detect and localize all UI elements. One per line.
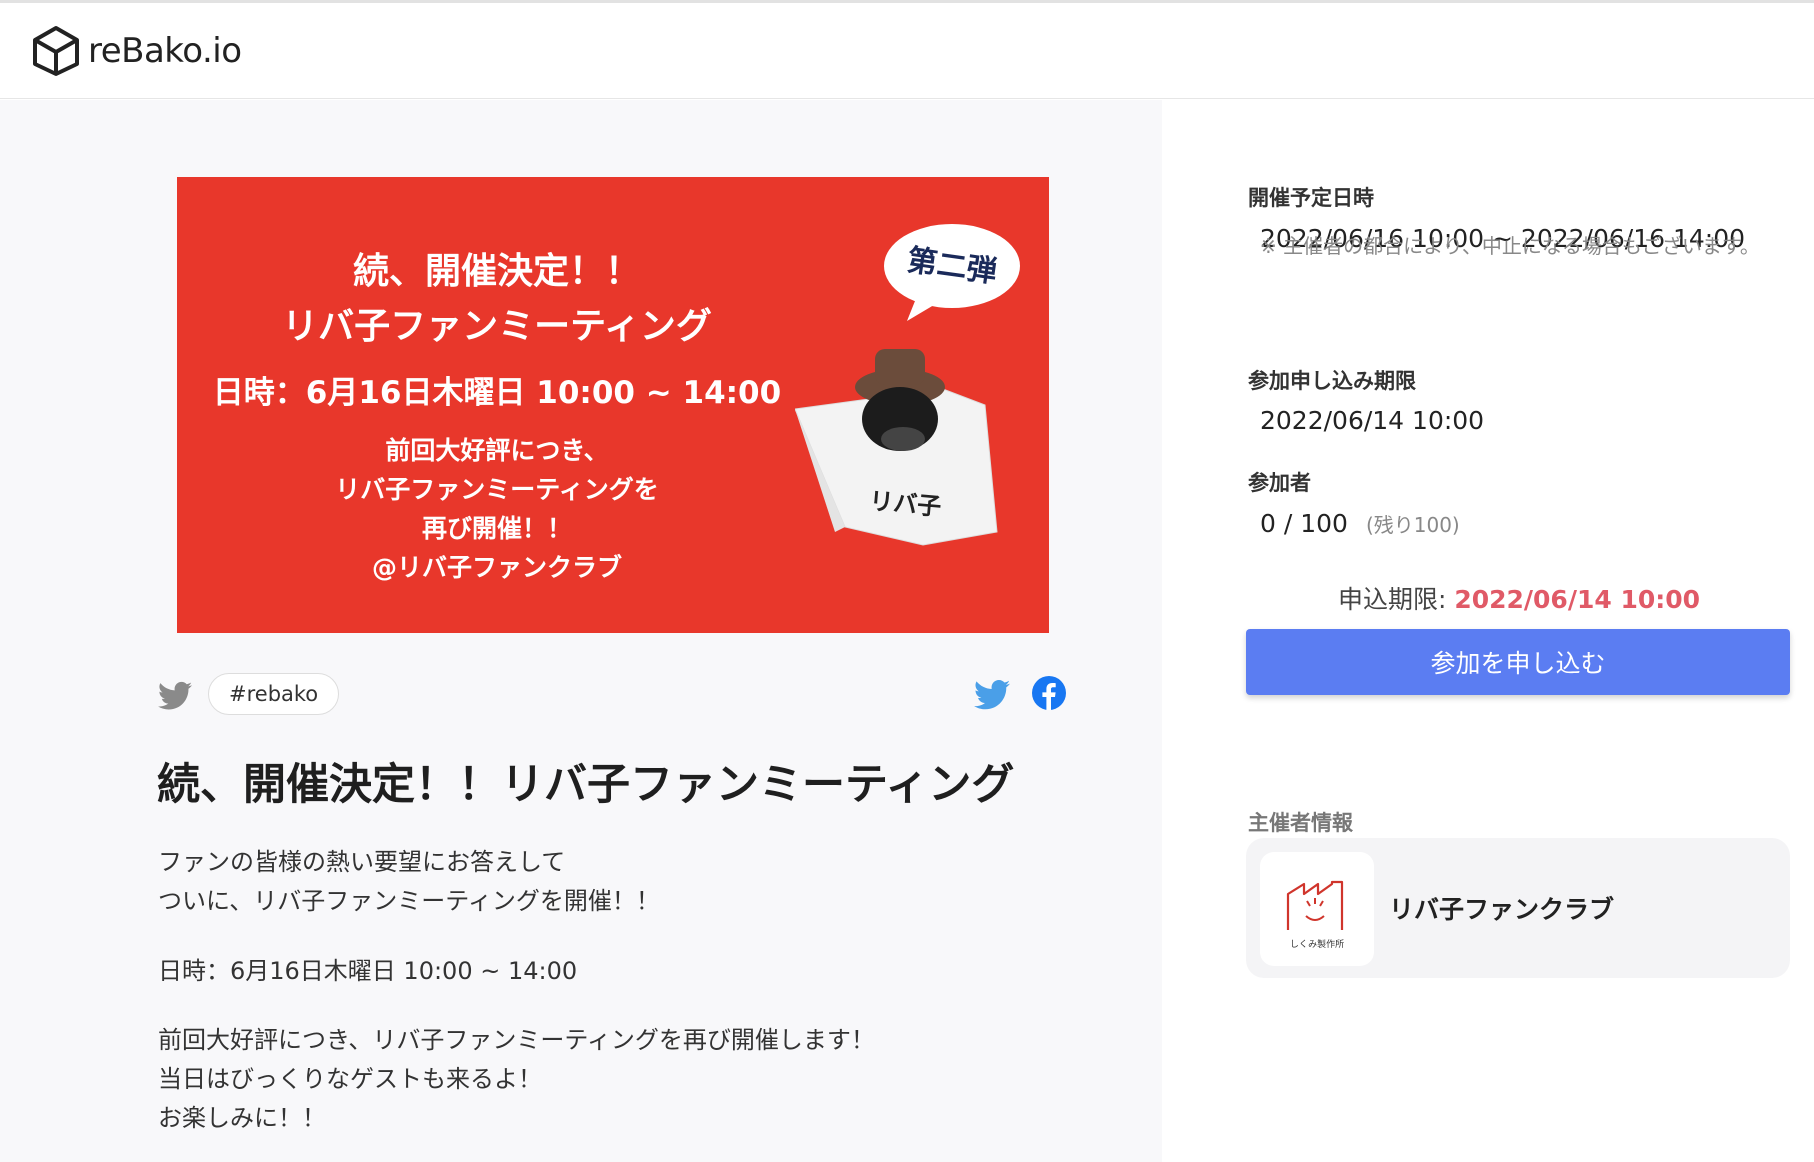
organizer-label: 主催者情報 bbox=[1248, 811, 1353, 835]
event-description-line: 前回大好評につき、リバ子ファンミーティングを再び開催します！ bbox=[158, 1026, 875, 1054]
speech-bubble: 第二弾 bbox=[884, 224, 1020, 321]
event-banner: 続、開催決定！！ リバ子ファンミーティング 日時：6月16日木曜日 10:00 … bbox=[177, 177, 1049, 633]
apply-button[interactable]: 参加を申し込む bbox=[1246, 629, 1790, 695]
participants-label: 参加者 bbox=[1248, 471, 1311, 495]
participants-count: 0 / 100 bbox=[1260, 509, 1348, 538]
organizer-name[interactable]: リバ子ファンクラブ bbox=[1389, 890, 1614, 926]
banner-desc-line: @リバ子ファンクラブ bbox=[371, 553, 622, 582]
schedule-label: 開催予定日時 bbox=[1248, 186, 1374, 210]
organizer-logo-text: しくみ製作所 bbox=[1290, 938, 1344, 950]
event-description-line: 当日はびっくりなゲストも来るよ！ bbox=[158, 1065, 542, 1093]
site-header: reBako.io bbox=[0, 3, 1814, 99]
deadline-label: 参加申し込み期限 bbox=[1248, 369, 1416, 393]
site-logo[interactable]: reBako.io bbox=[30, 25, 242, 77]
event-sidebar: 開催予定日時 2022/06/16 10:00 ~ 2022/06/16 14:… bbox=[1162, 100, 1814, 1162]
banner-title-line2: リバ子ファンミーティング bbox=[282, 306, 712, 347]
banner-date: 日時：6月16日木曜日 10:00 ~ 14:00 bbox=[212, 375, 782, 411]
event-description-line: ファンの皆様の熱い要望にお答えして bbox=[158, 848, 566, 876]
share-bar: #rebako bbox=[158, 673, 1068, 721]
deadline-value: 2022/06/14 10:00 bbox=[1260, 406, 1485, 435]
banner-desc-line: 前回大好評につき、 bbox=[385, 436, 609, 465]
banner-desc-line: リバ子ファンミーティングを bbox=[335, 475, 659, 504]
factory-icon: しくみ製作所 bbox=[1286, 880, 1344, 950]
participants-remaining: (残り100) bbox=[1365, 513, 1460, 537]
apply-deadline-value: 2022/06/14 10:00 bbox=[1454, 585, 1701, 614]
apply-deadline: 申込期限: 2022/06/14 10:00 bbox=[1248, 580, 1790, 616]
facebook-share-icon[interactable] bbox=[1032, 676, 1066, 710]
event-description-line: お楽しみに！！ bbox=[158, 1104, 326, 1132]
event-main: 続、開催決定！！ リバ子ファンミーティング 日時：6月16日木曜日 10:00 … bbox=[0, 100, 1162, 1162]
site-logo-text: reBako.io bbox=[88, 31, 242, 71]
rebako-cube-icon bbox=[33, 26, 79, 76]
apply-deadline-label: 申込期限: bbox=[1337, 585, 1455, 614]
event-description-line: 日時：6月16日木曜日 10:00 ~ 14:00 bbox=[158, 957, 578, 985]
schedule-note: ※ 主催者の都合により、中止になる場合もございます。 bbox=[1260, 234, 1760, 258]
participants-row: 0 / 100 (残り100) bbox=[1260, 509, 1460, 538]
event-description-line: ついに、リバ子ファンミーティングを開催！！ bbox=[158, 887, 660, 915]
banner-desc-line: 再び開催！！ bbox=[421, 514, 572, 543]
organizer-avatar: しくみ製作所 bbox=[1260, 852, 1374, 966]
organizer-card[interactable]: しくみ製作所 リバ子ファンクラブ bbox=[1246, 838, 1790, 978]
twitter-share-icon[interactable] bbox=[974, 679, 1010, 711]
banner-title-line1: 続、開催決定！！ bbox=[352, 251, 641, 292]
dog-in-box-illustration: リバ子 bbox=[795, 349, 998, 546]
twitter-icon[interactable] bbox=[158, 681, 192, 711]
hashtag-pill[interactable]: #rebako bbox=[208, 673, 340, 715]
event-title: 続、開催決定！！リバ子ファンミーティング bbox=[157, 760, 1015, 810]
